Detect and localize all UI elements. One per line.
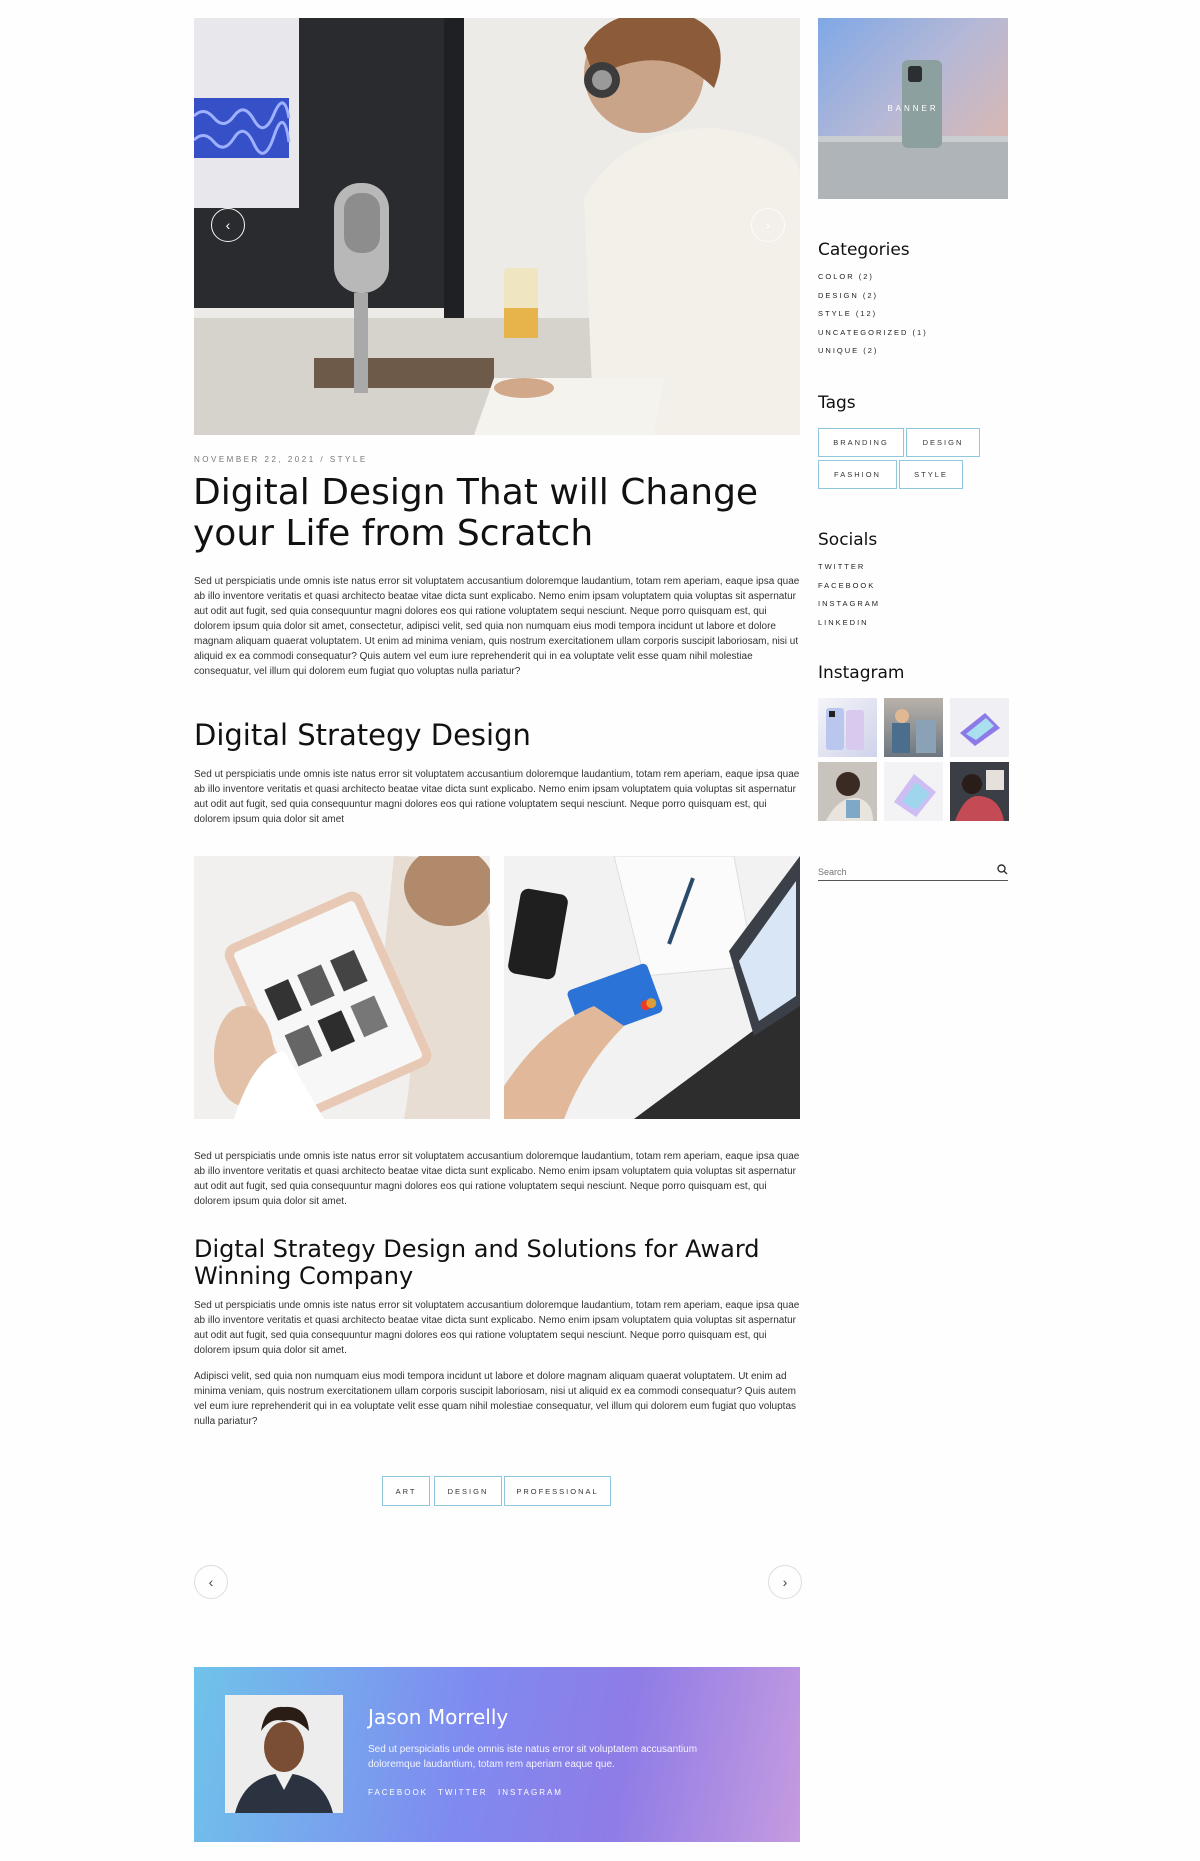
social-linkedin[interactable]: LINKEDIN <box>818 614 880 633</box>
socials-list: TWITTER FACEBOOK INSTAGRAM LINKEDIN <box>818 558 880 632</box>
search-input[interactable] <box>818 867 978 877</box>
category-style[interactable]: STYLE (12) <box>818 305 928 324</box>
award-heading-line-2: Winning Company <box>194 1262 414 1290</box>
instagram-photo-2[interactable] <box>884 698 943 757</box>
category-design[interactable]: DESIGN (2) <box>818 287 928 306</box>
chevron-left-icon: ‹ <box>208 1574 214 1590</box>
sidebar-search <box>818 862 1008 881</box>
instagram-title: Instagram <box>818 663 905 683</box>
search-icon[interactable] <box>997 862 1008 880</box>
social-instagram[interactable]: INSTAGRAM <box>818 595 880 614</box>
instagram-photo-3[interactable] <box>950 698 1009 757</box>
strategy-heading: Digital Strategy Design <box>194 718 531 752</box>
author-name: Jason Morrelly <box>368 1705 509 1729</box>
next-post-button[interactable]: › <box>768 1565 802 1599</box>
chevron-left-icon: ‹ <box>225 217 231 233</box>
award-text-1: Sed ut perspiciatis unde omnis iste natu… <box>194 1300 800 1356</box>
author-link-instagram[interactable]: INSTAGRAM <box>498 1788 563 1797</box>
instagram-photo-5[interactable] <box>884 762 943 821</box>
award-heading: Digtal Strategy Design and Solutions for… <box>194 1236 814 1290</box>
previous-post-button[interactable]: ‹ <box>194 1565 228 1599</box>
tags-title: Tags <box>818 393 856 413</box>
instagram-photo-1[interactable] <box>818 698 877 757</box>
sidebar-banner[interactable]: BANNER <box>818 18 1008 199</box>
social-facebook[interactable]: FACEBOOK <box>818 577 880 596</box>
post-title: Digital Design That will Change your Lif… <box>193 472 813 554</box>
hero-prev-button[interactable]: ‹ <box>211 208 245 242</box>
category-unique[interactable]: UNIQUE (2) <box>818 342 928 361</box>
award-heading-line-1: Digtal Strategy Design and Solutions for… <box>194 1235 760 1263</box>
social-twitter[interactable]: TWITTER <box>818 558 880 577</box>
post-title-line-2: your Life from Scratch <box>193 513 594 554</box>
chevron-right-icon: › <box>765 217 771 233</box>
author-avatar <box>225 1695 343 1813</box>
post-meta: NOVEMBER 22, 2021 / STYLE <box>194 455 368 464</box>
categories-list: COLOR (2) DESIGN (2) STYLE (12) UNCATEGO… <box>818 268 928 361</box>
award-text-2: Adipisci velit, sed quia non numquam eiu… <box>194 1371 797 1427</box>
instagram-photo-6[interactable] <box>950 762 1009 821</box>
hero-image: ‹ › <box>194 18 800 435</box>
sidebar-tag-design[interactable]: DESIGN <box>906 428 980 457</box>
sidebar-tag-branding[interactable]: BRANDING <box>818 428 904 457</box>
post-tag-design[interactable]: DESIGN <box>434 1476 502 1506</box>
sidebar-tag-style[interactable]: STYLE <box>899 460 963 489</box>
strategy-text: Sed ut perspiciatis unde omnis iste natu… <box>194 769 800 825</box>
category-uncategorized[interactable]: UNCATEGORIZED (1) <box>818 324 928 343</box>
author-link-twitter[interactable]: TWITTER <box>438 1788 488 1797</box>
category-color[interactable]: COLOR (2) <box>818 268 928 287</box>
post-tag-art[interactable]: ART <box>382 1476 430 1506</box>
chevron-right-icon: › <box>782 1574 788 1590</box>
card-payment-image <box>504 856 800 1119</box>
post-intro: Sed ut perspiciatis unde omnis iste natu… <box>194 576 800 677</box>
author-link-facebook[interactable]: FACEBOOK <box>368 1788 428 1797</box>
post-tag-professional[interactable]: PROFESSIONAL <box>504 1476 611 1506</box>
hero-next-button[interactable]: › <box>751 208 785 242</box>
author-bio: Sed ut perspiciatis unde omnis iste natu… <box>368 1744 698 1770</box>
socials-title: Socials <box>818 530 878 550</box>
sidebar-tag-fashion[interactable]: FASHION <box>818 460 897 489</box>
tablet-image <box>194 856 490 1119</box>
banner-label: BANNER <box>887 104 939 113</box>
after-images-text: Sed ut perspiciatis unde omnis iste natu… <box>194 1151 800 1207</box>
instagram-photo-4[interactable] <box>818 762 877 821</box>
post-title-line-1: Digital Design That will Change <box>193 472 759 513</box>
categories-title: Categories <box>818 240 910 260</box>
author-box: Jason Morrelly Sed ut perspiciatis unde … <box>194 1667 800 1842</box>
